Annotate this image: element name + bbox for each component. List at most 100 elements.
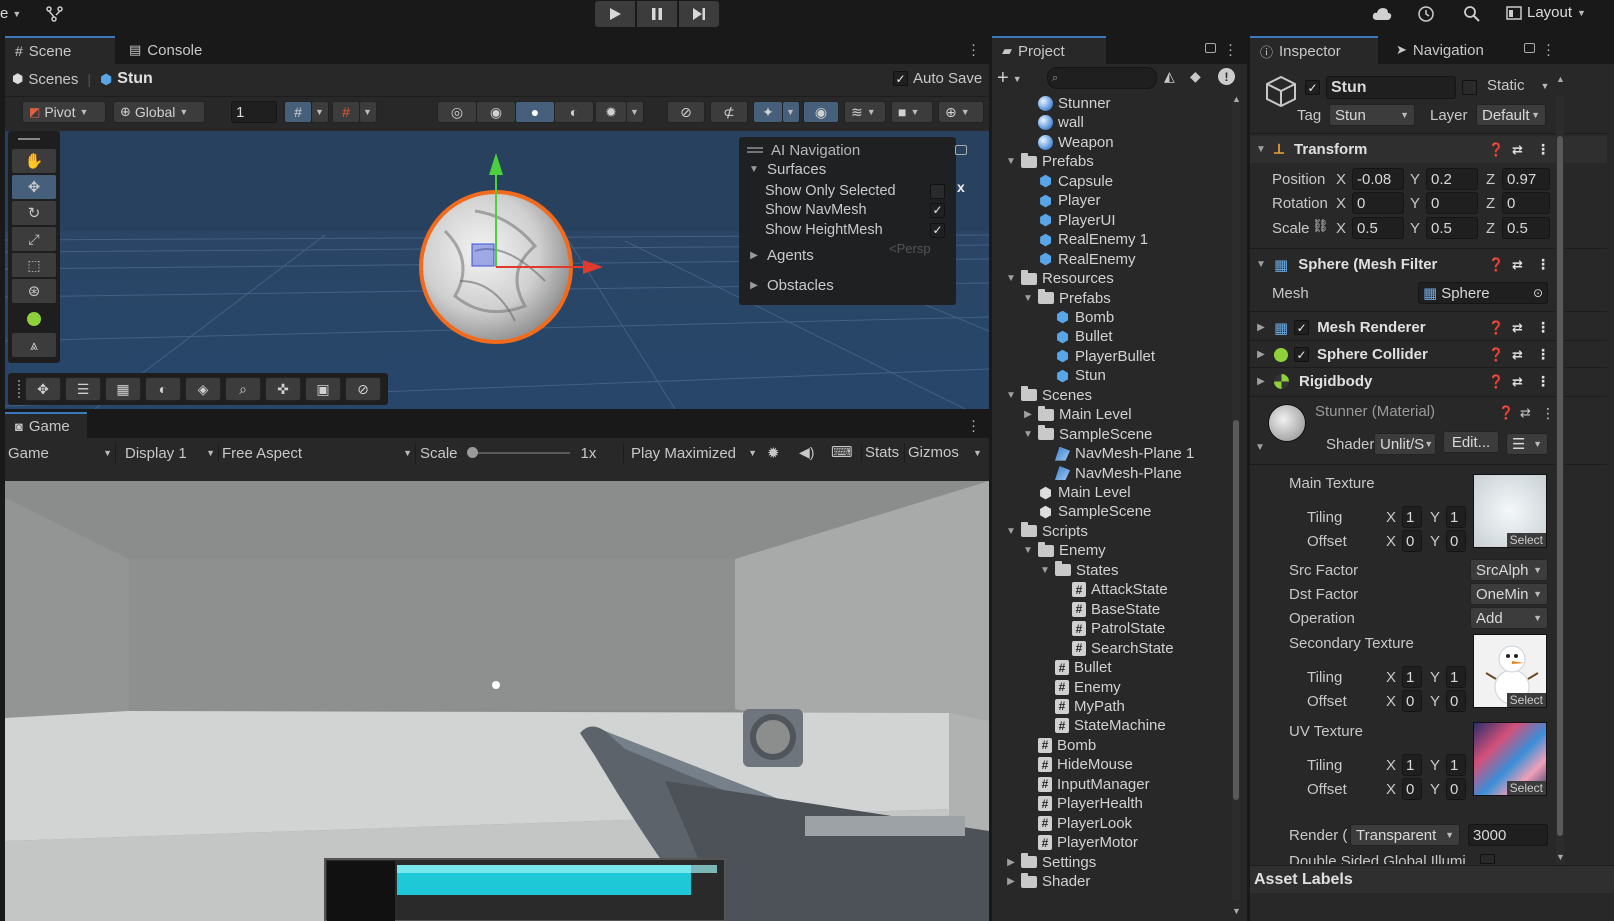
project-scrollbar-thumb[interactable] (1233, 420, 1239, 800)
sphere-collider-checkbox[interactable]: ✓ (1294, 347, 1309, 362)
rotation-z-field[interactable]: 0 (1502, 192, 1550, 214)
position-x-field[interactable]: -0.08 (1352, 168, 1404, 190)
visibility-button[interactable]: ◉ (803, 101, 839, 123)
obstacles-foldout[interactable]: ▶ Obstacles (749, 275, 834, 295)
layer-dropdown[interactable]: Default ▼ (1476, 104, 1546, 126)
help-icon[interactable]: ❓ (1488, 320, 1504, 336)
project-tree-item[interactable]: ▶ Shader (1006, 872, 1090, 891)
auto-save-toggle[interactable]: ✓ Auto Save (893, 70, 982, 87)
mesh-renderer-checkbox[interactable]: ✓ (1294, 320, 1310, 335)
project-tree-item[interactable]: # BaseState (1057, 600, 1160, 619)
account-dropdown[interactable]: e ▼ (0, 5, 21, 22)
mesh-field[interactable]: ▦ Sphere ⊙ (1418, 282, 1548, 304)
ai-navigation-header[interactable]: AI Navigation (747, 140, 860, 160)
shader-options-dropdown[interactable]: ☰ ▼ (1506, 433, 1548, 455)
audio-toggle-button[interactable]: ⊄ (710, 101, 748, 123)
step-button[interactable] (679, 1, 719, 27)
project-tree-item[interactable]: ⬢ RealEnemy (1023, 250, 1136, 269)
aspect-dropdown[interactable]: Free Aspect ▼ (222, 442, 412, 464)
edit-shader-button[interactable]: Edit... (1443, 431, 1499, 453)
component-menu-icon[interactable]: ⋮ (1536, 346, 1550, 363)
project-tree-item[interactable]: ▼ Prefabs (1023, 289, 1111, 308)
double-sided-gi-checkbox[interactable] (1480, 854, 1495, 864)
unlit-button[interactable]: ◐ (554, 101, 594, 123)
project-tree-item[interactable]: ⬢ Capsule (1023, 172, 1113, 191)
nav-compass-button[interactable]: ⊘ (345, 377, 381, 401)
surfaces-foldout[interactable]: ▼ Surfaces (749, 159, 826, 179)
bug-icon[interactable]: ✹ (767, 444, 780, 462)
project-tree-item[interactable]: # Bullet (1040, 658, 1112, 677)
presets-icon[interactable]: ⇄ (1512, 142, 1523, 158)
x-axis-arrow[interactable] (583, 260, 603, 274)
help-icon[interactable]: ❓ (1498, 405, 1514, 421)
show-navmesh-checkbox[interactable]: ✓ (930, 202, 945, 218)
scroll-up-icon[interactable]: ▲ (1232, 94, 1241, 104)
agents-foldout[interactable]: ▶ Agents (749, 245, 814, 265)
scale-y-field[interactable]: 0.5 (1426, 217, 1478, 239)
hand-tool-button[interactable]: ✋ (12, 149, 56, 173)
project-tree-item[interactable]: # PlayerMotor (1023, 833, 1138, 852)
project-tree-item[interactable]: # PatrolState (1057, 619, 1165, 638)
secondary-offset-x-field[interactable]: 0 (1402, 690, 1422, 712)
sphere-collider-header[interactable]: ▶ ✓ Sphere Collider ❓ ⇄ ⋮ (1250, 341, 1607, 368)
play-mode-dropdown[interactable]: Play Maximized ▼ (631, 442, 757, 464)
layers-dropdown[interactable]: ≋ ▼ (844, 101, 886, 123)
expand-down-icon[interactable]: ▼ (1006, 390, 1016, 401)
nav-surface-button[interactable]: ◈ (185, 377, 221, 401)
show-only-selected-option[interactable]: Show Only Selected (765, 181, 945, 201)
project-tree-item[interactable]: # PlayerHealth (1023, 794, 1143, 813)
breadcrumb-root[interactable]: Scenes (28, 71, 78, 88)
scroll-down-icon[interactable]: ▼ (1232, 906, 1241, 916)
project-tree-item[interactable]: # AttackState (1057, 580, 1168, 599)
wireframe-shading-button[interactable]: ◎ (437, 101, 477, 123)
static-checkbox[interactable] (1462, 80, 1477, 95)
project-tree-item[interactable]: ⬢ SampleScene (1023, 502, 1151, 521)
project-tree-item[interactable]: ⬢ Stun (1040, 366, 1106, 385)
move-tool-button[interactable]: ✥ (12, 175, 56, 199)
warning-icon[interactable]: ! (1218, 68, 1235, 85)
custom-tool-button[interactable]: ⩓ (12, 333, 56, 357)
overlay-drag-handle[interactable] (18, 380, 21, 398)
tab-game[interactable]: ◙ Game (5, 412, 87, 438)
project-tree-item[interactable]: ▼ States (1040, 561, 1119, 580)
global-dropdown[interactable]: ⊕ Global ▼ (113, 101, 205, 123)
component-menu-icon[interactable]: ⋮ (1536, 141, 1550, 158)
secondary-texture-slot[interactable]: Select (1473, 634, 1547, 708)
help-icon[interactable]: ❓ (1488, 347, 1504, 363)
tab-project[interactable]: ▰ Project (992, 36, 1106, 64)
main-offset-y-field[interactable]: 0 (1446, 530, 1466, 552)
scroll-up-icon[interactable]: ▲ (1556, 74, 1565, 84)
show-heightmesh-option[interactable]: Show HeightMesh ✓ (765, 220, 945, 240)
increment-snap-button[interactable]: # (332, 101, 360, 123)
search-icon[interactable] (1463, 5, 1481, 23)
operation-dropdown[interactable]: Add ▼ (1470, 607, 1548, 629)
main-texture-select-button[interactable]: Select (1506, 533, 1546, 547)
layout-dropdown[interactable]: Layout ▼ (1506, 4, 1586, 21)
project-tree-item[interactable]: # InputManager (1023, 775, 1150, 794)
expand-down-icon[interactable]: ▼ (1023, 293, 1033, 304)
2d-toggle-button[interactable]: ⊘ (667, 101, 705, 123)
uv-texture-slot[interactable]: Select (1473, 722, 1547, 796)
render-queue-dropdown[interactable]: Transparent ▼ (1350, 824, 1460, 846)
scroll-down-icon[interactable]: ▼ (1556, 852, 1565, 862)
main-tiling-y-field[interactable]: 1 (1446, 506, 1466, 528)
presets-icon[interactable]: ⇄ (1512, 257, 1523, 273)
shaded-button[interactable]: ● (515, 101, 555, 123)
scale-slider-thumb[interactable] (467, 447, 478, 458)
src-factor-dropdown[interactable]: SrcAlph ▼ (1470, 559, 1548, 581)
project-tree-item[interactable]: ⬢ Bullet (1040, 327, 1113, 346)
mesh-filter-header[interactable]: ▼ ▦ Sphere (Mesh Filter ❓ ⇄ ⋮ (1250, 251, 1607, 278)
transform-tool-button[interactable]: ⊛ (12, 279, 56, 303)
collider-tool-button[interactable] (12, 307, 56, 331)
tab-inspector[interactable]: ⓘ Inspector (1250, 36, 1378, 64)
tab-navigation[interactable]: ➤ Navigation (1386, 36, 1494, 64)
nav-agent-button[interactable]: ✜ (265, 377, 301, 401)
secondary-offset-y-field[interactable]: 0 (1446, 690, 1466, 712)
object-picker-icon[interactable]: ⊙ (1533, 286, 1543, 300)
pause-button[interactable] (637, 1, 677, 27)
render-queue-field[interactable]: 3000 (1468, 824, 1548, 846)
version-control-icon[interactable] (46, 6, 64, 22)
xy-plane-handle[interactable] (471, 243, 495, 267)
lock-icon[interactable] (955, 145, 967, 155)
game-viewport[interactable] (5, 481, 989, 921)
